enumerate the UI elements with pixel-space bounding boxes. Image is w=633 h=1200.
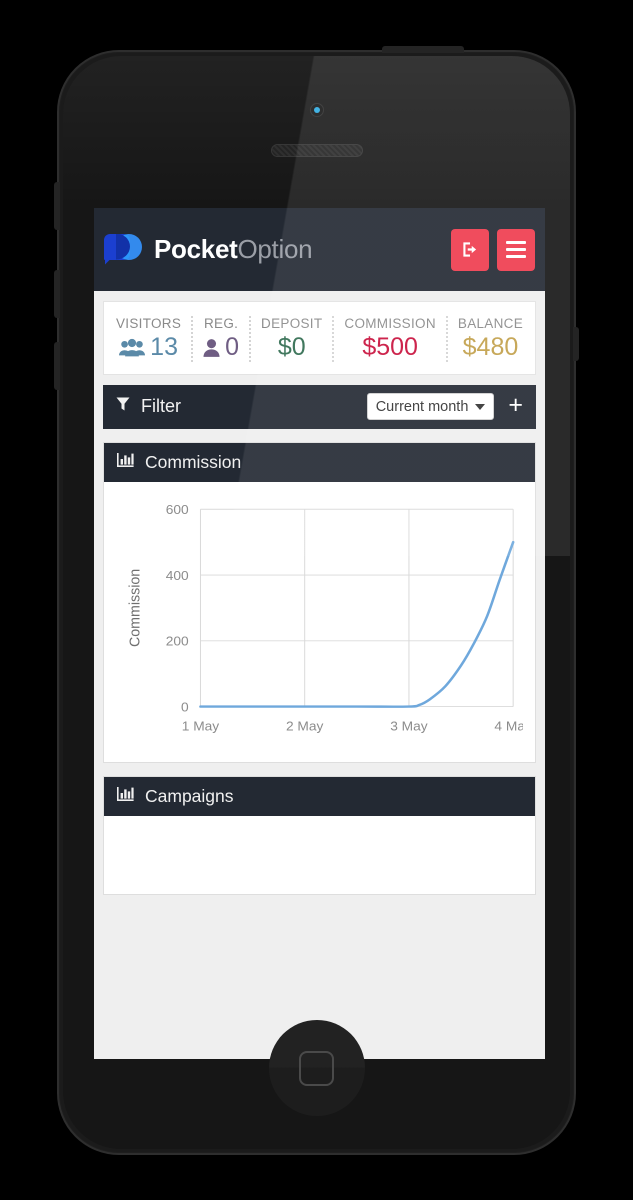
app-navbar: PocketOption [94,208,545,291]
stat-registrations: REG. 0 [193,316,252,362]
navbar-actions [451,228,535,271]
stat-deposit-label: DEPOSIT [261,316,323,331]
chart-ytick-labels: 0 200 400 600 [166,502,189,714]
campaigns-panel-body [104,815,535,894]
svg-text:3 May: 3 May [390,718,428,733]
brand-name-light: Option [237,234,313,264]
chart-xtick-labels: 1 May 2 May 3 May 4 May [182,718,523,733]
campaigns-panel: Campaigns [103,775,536,895]
brand-logo[interactable]: PocketOption [104,232,313,268]
brand-name: PocketOption [154,234,313,265]
earpiece-speaker-icon [270,144,363,157]
stat-visitors: VISITORS 13 [106,316,194,362]
campaigns-panel-header: Campaigns [104,776,535,816]
front-camera-icon [309,103,324,117]
home-button-icon[interactable] [268,1020,365,1116]
stat-registrations-value: 0 [225,333,240,361]
stat-balance-value: $480 [462,333,519,361]
stat-visitors-label: VISITORS [115,316,182,331]
bar-chart-icon [117,786,134,807]
svg-text:2 May: 2 May [286,718,324,733]
stats-summary-panel: VISITORS 13 REG. 0 DEPOSIT $0 COMMISSION… [103,301,536,375]
pocket-option-logo-icon [104,232,142,268]
screen-gloss-top [63,56,570,208]
stat-deposit: DEPOSIT $0 [251,316,335,362]
commission-panel: Commission 0 200 400 600 1 May 2 May 3 May 4 M… [103,441,536,763]
period-select[interactable]: Current month [366,393,495,420]
stat-commission: COMMISSION $500 [334,316,448,362]
chart-y-axis-title: Commission [127,568,143,646]
chart-svg: 0 200 400 600 1 May 2 May 3 May 4 May Commissi… [127,502,523,733]
stat-balance: BALANCE $480 [448,316,533,362]
page-content: VISITORS 13 REG. 0 DEPOSIT $0 COMMISSION… [94,291,545,895]
svg-text:400: 400 [166,568,189,583]
silent-switch-icon[interactable] [54,182,60,230]
stat-deposit-value: $0 [277,333,306,361]
power-button-icon[interactable] [382,46,464,53]
svg-text:600: 600 [166,502,189,517]
stat-visitors-value: 13 [150,333,178,361]
volume-up-button-icon[interactable] [54,270,60,318]
add-filter-button[interactable]: + [504,392,527,421]
volume-down-button-icon[interactable] [54,342,60,390]
commission-chart-body: 0 200 400 600 1 May 2 May 3 May 4 May Commissi… [104,481,535,762]
user-icon [203,338,220,358]
phone-device-frame: PocketOption VISITORS 13 REG. 0 DEPOSIT … [54,46,579,1155]
svg-text:0: 0 [181,699,189,714]
sign-out-icon [461,240,480,259]
campaigns-panel-title: Campaigns [145,785,234,806]
menu-toggle-button[interactable] [497,228,535,271]
funnel-filter-icon [116,396,130,417]
stat-balance-label: BALANCE [457,316,524,331]
filter-bar: Filter Current month + [103,384,536,429]
users-group-icon [119,338,146,358]
stat-commission-value: $500 [362,333,418,361]
hamburger-menu-icon [506,241,526,258]
sim-tray-icon [573,327,579,361]
stat-commission-label: COMMISSION [344,316,436,331]
svg-text:4 May: 4 May [494,718,523,733]
svg-text:200: 200 [166,633,189,648]
filter-title: Filter [141,396,181,416]
period-select-value: Current month [375,398,469,415]
chart-series-line [199,540,515,708]
svg-text:1 May: 1 May [182,718,220,733]
commission-line-chart: 0 200 400 600 1 May 2 May 3 May 4 May Commissi… [110,496,523,754]
phone-bezel: PocketOption VISITORS 13 REG. 0 DEPOSIT … [63,56,570,1149]
logout-button[interactable] [451,228,489,271]
stat-registrations-label: REG. [203,316,239,331]
phone-screen: PocketOption VISITORS 13 REG. 0 DEPOSIT … [94,208,545,1059]
commission-panel-title: Commission [145,451,242,472]
chart-gridlines [199,508,514,707]
commission-panel-header: Commission [104,442,535,482]
bar-chart-icon [117,452,134,473]
brand-name-bold: Pocket [154,234,238,264]
chevron-down-icon [475,403,486,410]
